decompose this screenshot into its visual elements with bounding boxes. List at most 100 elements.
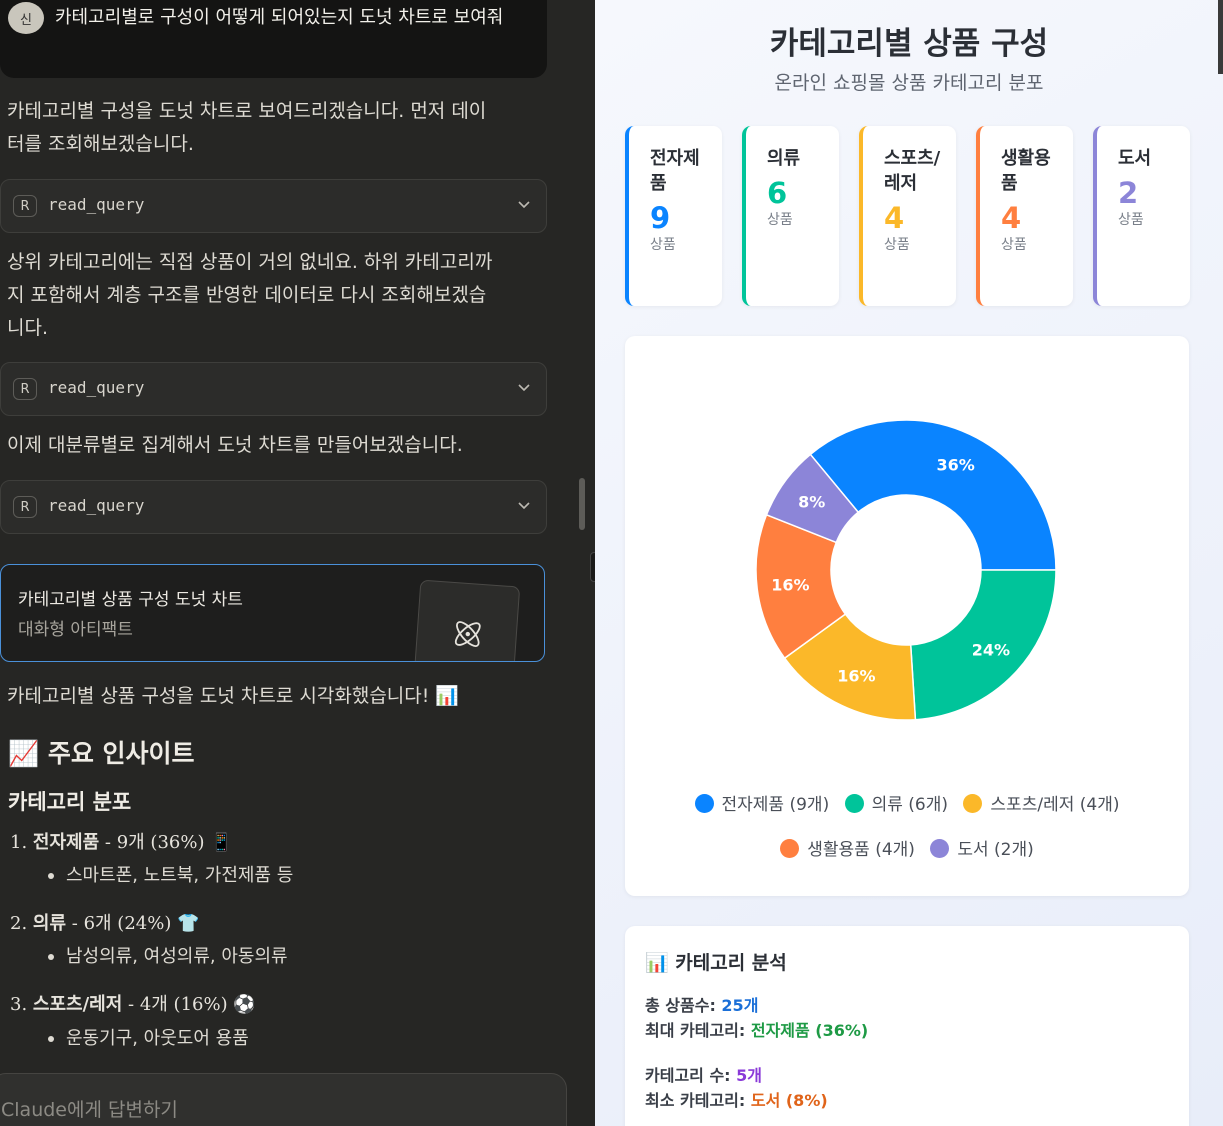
stat-card-electronics: 전자제품 9 상품 (625, 126, 722, 306)
list-name: 스포츠/레저 (32, 994, 123, 1015)
analysis-min: 최소 카테고리: 도서 (8%) (645, 1087, 828, 1111)
donut-slice-0[interactable] (809, 419, 1057, 571)
stat-card-count: 4 (884, 201, 905, 235)
reply-input[interactable]: Claude에게 답변하기 (0, 1073, 567, 1126)
stat-card-count: 4 (1001, 201, 1022, 235)
legend-item-books[interactable]: 도서 (2개) (930, 835, 1034, 860)
list-item: 2. 의류 - 6개 (24%) 👕 (10, 909, 200, 935)
legend-swatch (694, 794, 714, 813)
legend-item-household[interactable]: 생활용품 (4개) (780, 835, 915, 860)
list-sub-item: 운동기구, 아웃도어 용품 (48, 1024, 249, 1050)
assistant-text-3: 이제 대분류별로 집계해서 도넛 차트를 만들어보겠습니다. (7, 434, 463, 456)
reply-placeholder: Claude에게 답변하기 (1, 1099, 178, 1121)
tool-call-read-query-3[interactable]: R read_query (0, 480, 547, 534)
stat-card-unit: 상품 (1118, 212, 1144, 228)
analysis-value: 25개 (721, 996, 759, 1015)
assistant-text-2: 상위 카테고리에는 직접 상품이 거의 없네요. 하위 카테고리까지 포함해서 … (7, 251, 493, 339)
list-sub-text: 스마트폰, 노트북, 가전제품 등 (66, 865, 294, 886)
analysis-count: 카테고리 수: 5개 (645, 1062, 762, 1086)
donut-slice-label-2: 16% (837, 666, 875, 685)
analysis-value: 전자제품 (36%) (750, 1021, 869, 1040)
donut-slice-label-1: 24% (972, 641, 1010, 660)
scrollbar[interactable] (579, 478, 585, 530)
stat-card-count: 2 (1118, 176, 1139, 210)
list-sub-text: 남성의류, 여성의류, 아동의류 (66, 946, 288, 967)
legend-swatch (844, 794, 864, 813)
donut-slice-label-3: 16% (771, 576, 809, 595)
user-message: 신 카테고리별로 구성이 어떻게 되어있는지 도넛 차트로 보여줘 (0, 0, 547, 78)
analysis-value: 도서 (8%) (750, 1091, 828, 1110)
list-item: 3. 스포츠/레저 - 4개 (16%) ⚽ (10, 990, 256, 1016)
bullet-icon (48, 1036, 54, 1042)
stat-card-name: 생활용품 (1001, 148, 1051, 194)
stat-card-content: 의류 6 상품 (767, 146, 829, 229)
legend-item-sports[interactable]: 스포츠/레저 (4개) (963, 790, 1119, 815)
list-name: 의류 (32, 913, 67, 934)
chevron-down-icon[interactable] (516, 379, 532, 395)
tool-name: read_query (48, 378, 145, 397)
stat-card-household: 생활용품 4 상품 (976, 126, 1073, 306)
artifact-subtitle: 대화형 아티팩트 (18, 620, 133, 640)
list-detail: - 9개 (36%) 📱 (99, 832, 233, 853)
artifact-panel: 카테고리별 상품 구성 온라인 쇼핑몰 상품 카테고리 분포 전자제품 9 상품… (595, 0, 1223, 1126)
analysis-label: 최소 카테고리: (645, 1091, 751, 1110)
user-message-text: 카테고리별로 구성이 어떻게 되어있는지 도넛 차트로 보여줘 (55, 7, 504, 28)
analysis-label: 총 상품수: (645, 996, 722, 1015)
stat-card-content: 도서 2 상품 (1118, 146, 1180, 229)
list-name: 전자제품 (32, 832, 100, 853)
bullet-icon (48, 873, 54, 879)
insight-heading: 📈 주요 인사이트 (8, 739, 195, 768)
list-number: 1. (10, 832, 28, 853)
stat-card-name: 의류 (767, 148, 801, 169)
list-sub-item: 남성의류, 여성의류, 아동의류 (48, 942, 288, 968)
chevron-down-icon[interactable] (516, 497, 532, 513)
stat-card-clothing: 의류 6 상품 (742, 126, 839, 306)
stat-card-unit: 상품 (1001, 237, 1027, 253)
tool-icon: R (13, 195, 37, 217)
stat-card-unit: 상품 (650, 237, 676, 253)
stat-card-name: 스포츠/레저 (884, 148, 941, 194)
tool-call-read-query-1[interactable]: R read_query (0, 179, 547, 233)
stat-card-unit: 상품 (884, 237, 910, 253)
legend-item-electronics[interactable]: 전자제품 (9개) (694, 790, 829, 815)
stat-card-unit: 상품 (767, 212, 793, 228)
chat-panel: 신 카테고리별로 구성이 어떻게 되어있는지 도넛 차트로 보여줘 카테고리별 … (0, 0, 594, 1126)
user-avatar[interactable]: 신 (8, 2, 44, 34)
legend-item-clothing[interactable]: 의류 (6개) (844, 790, 949, 815)
analysis-value: 5개 (736, 1066, 762, 1085)
stat-card-books: 도서 2 상품 (1093, 126, 1190, 306)
stat-card-name: 전자제품 (650, 148, 700, 194)
artifact-page-title: 카테고리별 상품 구성 (769, 26, 1049, 62)
analysis-max: 최대 카테고리: 전자제품 (36%) (645, 1017, 868, 1041)
tool-name: read_query (48, 195, 145, 214)
analysis-title: 📊 카테고리 분석 (645, 952, 787, 974)
tool-name: read_query (48, 496, 145, 515)
analysis-total: 총 상품수: 25개 (645, 992, 758, 1016)
list-number: 3. (10, 994, 28, 1015)
list-sub-text: 운동기구, 아웃도어 용품 (66, 1028, 249, 1049)
tool-icon: R (13, 496, 37, 518)
list-item: 1. 전자제품 - 9개 (36%) 📱 (10, 828, 233, 854)
list-detail: - 4개 (16%) ⚽ (122, 994, 256, 1015)
legend-swatch (963, 794, 983, 813)
window-edge (1218, 0, 1223, 74)
legend-label: 스포츠/레저 (4개) (990, 795, 1120, 815)
artifact-thumbnail (413, 579, 521, 661)
legend-label: 의류 (6개) (871, 795, 949, 815)
stat-card-content: 생활용품 4 상품 (1001, 146, 1063, 254)
bullet-icon (48, 954, 54, 960)
artifact-card[interactable]: 카테고리별 상품 구성 도넛 차트 대화형 아티팩트 (0, 564, 545, 662)
stat-card-name: 도서 (1118, 148, 1152, 169)
chart-legend-row-2: 생활용품 (4개) 도서 (2개) (625, 835, 1189, 860)
donut-slice-label-4: 8% (798, 493, 825, 512)
legend-label: 생활용품 (4개) (807, 840, 915, 860)
analysis-card: 📊 카테고리 분석 총 상품수: 25개 최대 카테고리: 전자제품 (36%)… (625, 926, 1189, 1126)
assistant-text-4: 카테고리별 상품 구성을 도넛 차트로 시각화했습니다! 📊 (7, 685, 460, 707)
chevron-down-icon[interactable] (516, 196, 532, 212)
chart-legend-row-1: 전자제품 (9개) 의류 (6개) 스포츠/레저 (4개) (625, 790, 1189, 815)
assistant-text-1: 카테고리별 구성을 도넛 차트로 보여드리겠습니다. 먼저 데이터를 조회해보겠… (7, 100, 487, 155)
list-detail: - 6개 (24%) 👕 (66, 913, 200, 934)
stat-card-count: 9 (650, 201, 671, 235)
tool-call-read-query-2[interactable]: R read_query (0, 362, 547, 416)
list-sub-item: 스마트폰, 노트북, 가전제품 등 (48, 861, 293, 887)
